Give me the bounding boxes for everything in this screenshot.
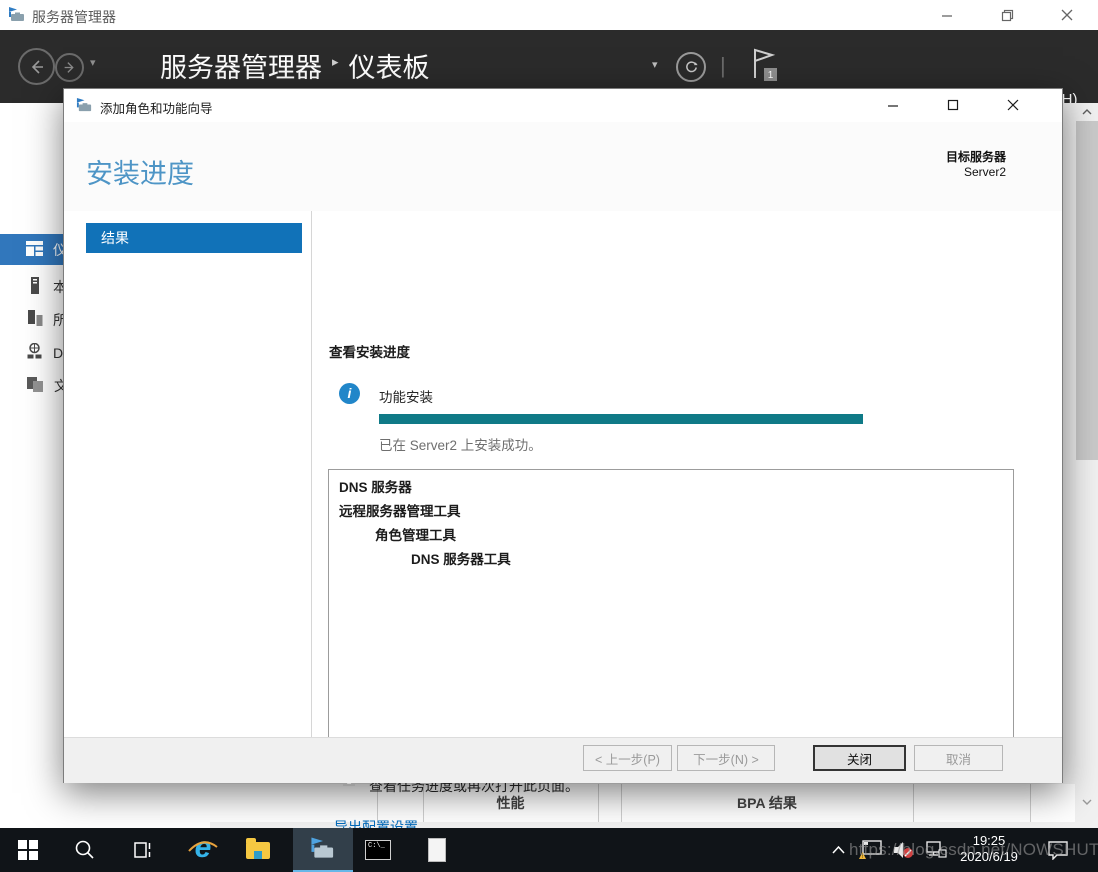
info-icon: i: [339, 383, 360, 404]
document-icon: [428, 838, 446, 862]
next-button[interactable]: 下一步(N) >: [677, 745, 775, 771]
notification-count-badge: 1: [768, 70, 774, 81]
list-item: 远程服务器管理工具: [339, 500, 1003, 524]
tray-expand-button[interactable]: [824, 828, 852, 872]
sidebar-item-label: D: [53, 345, 63, 361]
dialog-titlebar: 添加角色和功能向导: [64, 89, 1062, 122]
history-caret-icon[interactable]: ▾: [90, 56, 96, 69]
breadcrumb: 服务器管理器 ▸ 仪表板: [160, 46, 430, 85]
tile-divider: [1030, 784, 1031, 822]
install-progress-bar: [379, 414, 863, 424]
dialog-minimize-button[interactable]: [870, 90, 916, 120]
start-button[interactable]: [6, 828, 50, 872]
breadcrumb-root[interactable]: 服务器管理器: [160, 46, 322, 85]
local-server-icon: [26, 277, 43, 297]
scrollbar-up-button[interactable]: [1076, 103, 1098, 121]
dialog-close-button[interactable]: [990, 90, 1036, 120]
csdn-watermark: https://blog.csdn.net/NOWSHUT: [849, 840, 1098, 860]
dialog-maximize-button[interactable]: [930, 90, 976, 120]
feature-install-label: 功能安装: [379, 386, 433, 406]
dialog-body: 结果 查看安装进度 i 功能安装 已在 Server2 上安装成功。 DNS 服…: [64, 211, 1062, 737]
server-manager-taskbar-button[interactable]: [293, 828, 353, 872]
add-roles-features-wizard-dialog: 添加角色和功能向导 安装进度 目标服务器 Server2 结果 查看安装进度 i…: [63, 88, 1063, 783]
page-title: 安装进度: [86, 152, 194, 191]
dialog-title: 添加角色和功能向导: [100, 98, 213, 117]
previous-button[interactable]: < 上一步(P): [583, 745, 672, 771]
notepad-button[interactable]: [415, 828, 459, 872]
server-manager-titlebar: 服务器管理器: [0, 0, 1098, 30]
close-button[interactable]: 关闭: [813, 745, 906, 771]
window-restore-button[interactable]: [984, 0, 1030, 30]
breadcrumb-separator-icon: ▸: [332, 54, 339, 70]
breadcrumb-current[interactable]: 仪表板: [349, 46, 430, 85]
refresh-button[interactable]: [676, 52, 706, 82]
forward-button[interactable]: [55, 53, 84, 82]
all-servers-icon: [26, 310, 43, 329]
window-title: 服务器管理器: [32, 7, 116, 27]
section-title: 查看安装进度: [329, 341, 410, 361]
window-close-button[interactable]: [1044, 0, 1090, 30]
install-status-text: 已在 Server2 上安装成功。: [379, 434, 542, 454]
wizard-step-results[interactable]: 结果: [86, 223, 302, 253]
dashboard-grid-icon: [26, 241, 43, 259]
cmd-icon: C:\_: [365, 840, 391, 860]
list-item: 角色管理工具: [339, 524, 1003, 548]
target-server-value: Server2: [946, 165, 1006, 179]
task-view-button[interactable]: [120, 828, 164, 872]
notifications-flag-button[interactable]: 1: [748, 46, 782, 86]
vertical-scrollbar[interactable]: [1076, 103, 1098, 811]
wizard-app-icon: [76, 97, 93, 119]
list-item: DNS 服务器工具: [339, 548, 1003, 572]
server-manager-icon: [310, 836, 336, 862]
server-caret-icon[interactable]: ▾: [652, 58, 658, 71]
command-prompt-button[interactable]: C:\_: [356, 828, 400, 872]
scrollbar-down-button[interactable]: [1076, 793, 1098, 811]
server-manager-app-icon: [8, 6, 26, 29]
dialog-header: 安装进度 目标服务器 Server2: [64, 122, 1062, 211]
dialog-footer: < 上一步(P) 下一步(N) > 关闭 取消: [64, 737, 1062, 783]
navbar-divider: |: [720, 53, 726, 79]
installed-features-list[interactable]: DNS 服务器 远程服务器管理工具 角色管理工具 DNS 服务器工具: [328, 469, 1014, 738]
back-button[interactable]: [18, 48, 55, 85]
dns-icon: [26, 343, 43, 362]
folder-icon: [246, 842, 270, 859]
list-item: DNS 服务器: [339, 476, 1003, 500]
window-minimize-button[interactable]: [924, 0, 970, 30]
wizard-nav-divider: [311, 211, 312, 737]
target-server-block: 目标服务器 Server2: [946, 148, 1006, 179]
internet-explorer-button[interactable]: e: [181, 828, 225, 872]
file-storage-icon: [26, 376, 44, 395]
search-button[interactable]: [63, 828, 107, 872]
target-server-label: 目标服务器: [946, 148, 1006, 165]
file-explorer-button[interactable]: [236, 828, 280, 872]
scrollbar-thumb[interactable]: [1076, 121, 1098, 460]
cancel-button[interactable]: 取消: [914, 745, 1003, 771]
install-progress-fill: [379, 414, 863, 424]
